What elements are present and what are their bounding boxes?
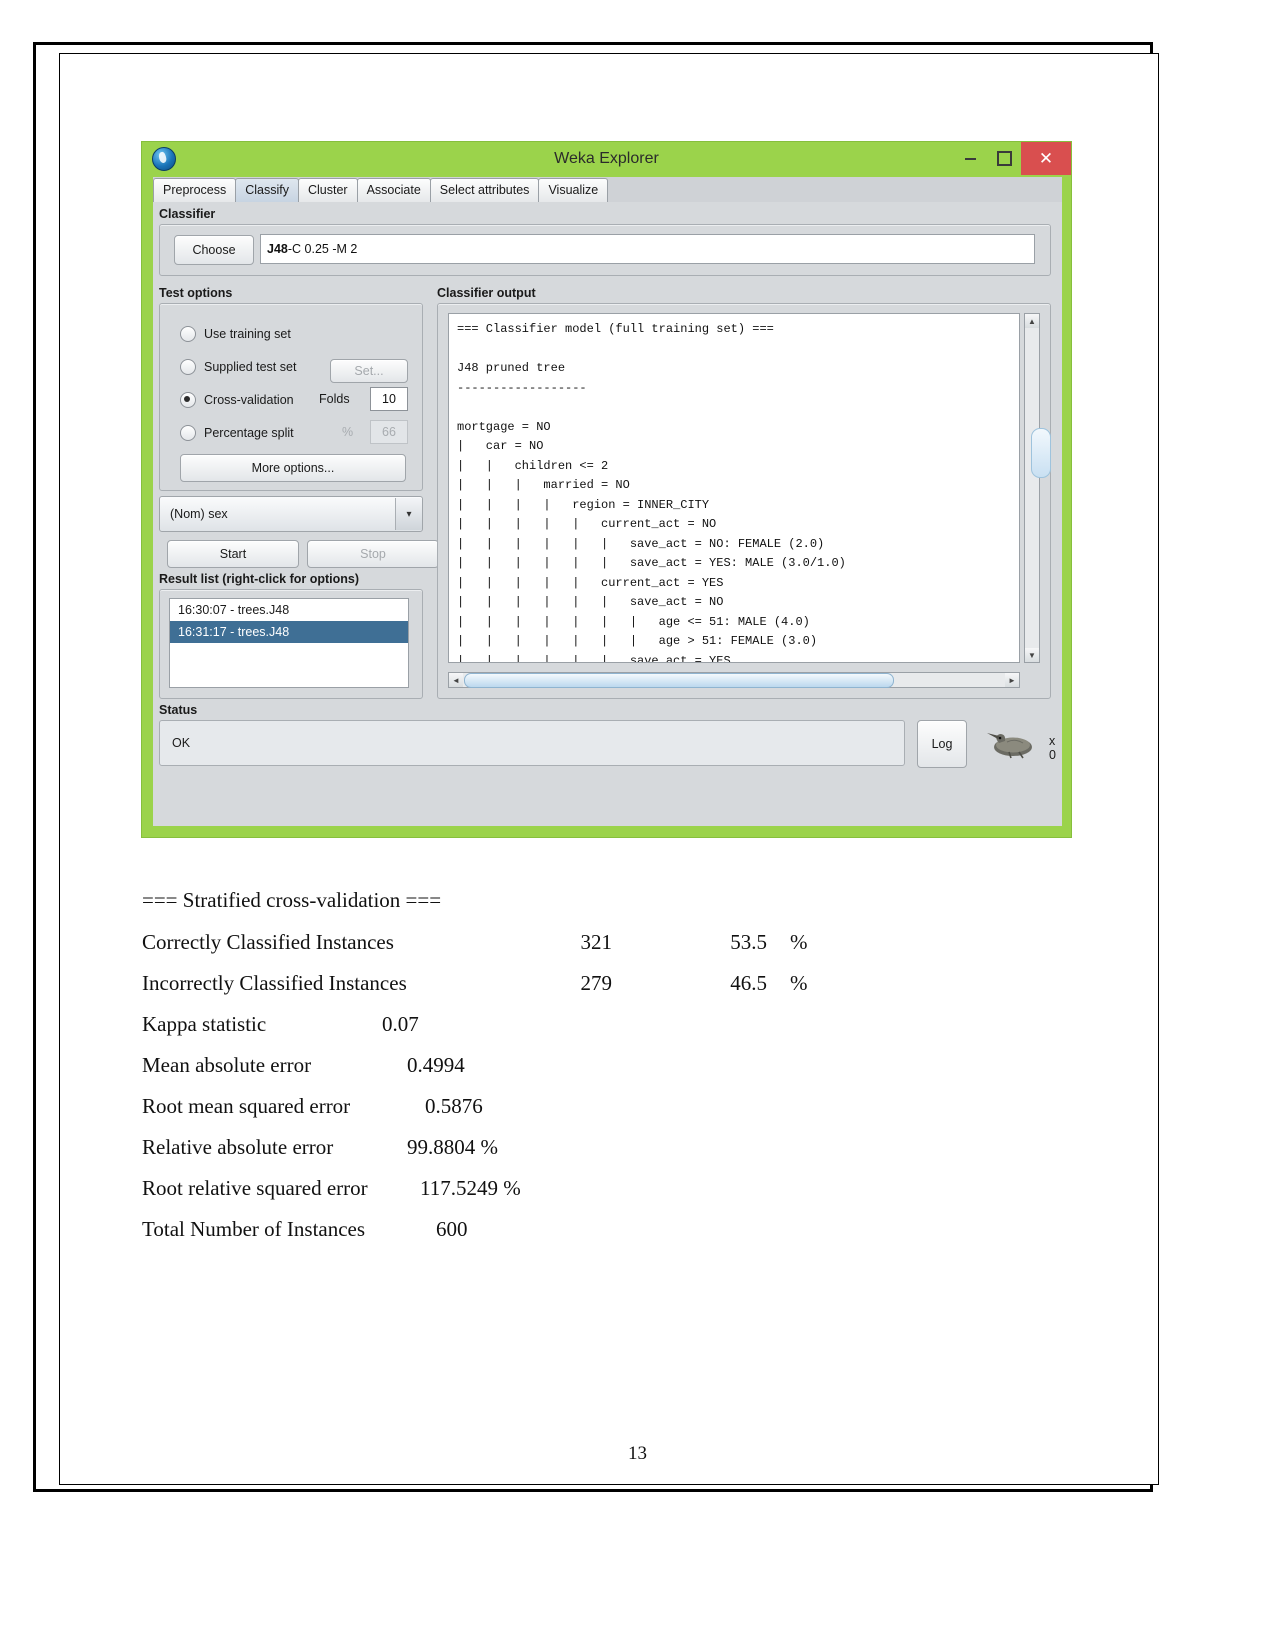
tab-select-attributes[interactable]: Select attributes bbox=[429, 178, 540, 202]
stat-value: 0.07 bbox=[382, 1012, 419, 1036]
list-item[interactable]: 16:31:17 - trees.J48 bbox=[170, 621, 408, 643]
stat-value: 321 bbox=[580, 930, 613, 954]
weka-explorer-window: Weka Explorer ✕ Preprocess Classify Clus… bbox=[141, 141, 1072, 838]
stat-value: 0.4994 bbox=[407, 1053, 465, 1077]
percentage-split-input[interactable]: 66 bbox=[370, 420, 408, 444]
stat-value: 600 bbox=[436, 1217, 468, 1241]
stat-row-root-relative-squared-error: Root relative squared error 117.5249 % bbox=[142, 1176, 1042, 1217]
tab-visualize[interactable]: Visualize bbox=[538, 178, 609, 202]
radio-use-training-set[interactable]: Use training set bbox=[180, 326, 291, 342]
stat-label: Incorrectly Classified Instances bbox=[142, 971, 407, 995]
classifier-output-text[interactable]: === Classifier model (full training set)… bbox=[448, 313, 1020, 663]
classifier-group: Choose J48 -C 0.25 -M 2 bbox=[159, 224, 1051, 276]
tab-preprocess[interactable]: Preprocess bbox=[153, 178, 237, 202]
stat-row-kappa-statistic: Kappa statistic 0.07 bbox=[142, 1012, 1042, 1053]
page-number: 13 bbox=[628, 1443, 647, 1464]
classifier-group-label: Classifier bbox=[159, 207, 216, 221]
tab-associate[interactable]: Associate bbox=[356, 178, 431, 202]
radio-circle-icon bbox=[180, 326, 196, 342]
radio-circle-selected-icon bbox=[180, 392, 196, 408]
radio-percentage-split[interactable]: Percentage split bbox=[180, 425, 294, 441]
hscroll-thumb[interactable] bbox=[464, 672, 894, 688]
stat-percent: 53.5 bbox=[730, 930, 767, 954]
scroll-left-icon[interactable]: ◄ bbox=[449, 673, 463, 687]
tab-classify[interactable]: Classify bbox=[235, 178, 299, 202]
choose-button[interactable]: Choose bbox=[174, 235, 254, 265]
percent-sign-label: % bbox=[342, 425, 354, 439]
result-list[interactable]: 16:30:07 - trees.J48 16:31:17 - trees.J4… bbox=[169, 598, 409, 688]
explorer-tabbar: Preprocess Classify Cluster Associate Se… bbox=[153, 177, 1062, 203]
stat-value: 279 bbox=[580, 971, 613, 995]
radio-label: Use training set bbox=[204, 327, 291, 341]
class-attribute-select[interactable]: (Nom) sex ▾ bbox=[159, 496, 423, 532]
status-bar: OK bbox=[159, 720, 905, 766]
stat-label: Root mean squared error bbox=[142, 1094, 351, 1118]
classifier-output-group: === Classifier model (full training set)… bbox=[437, 303, 1051, 699]
stat-percent: 46.5 bbox=[730, 971, 767, 995]
stop-button[interactable]: Stop bbox=[307, 540, 439, 568]
stat-percent-sign: % bbox=[790, 971, 808, 995]
output-vertical-scrollbar[interactable]: ▲ ▼ bbox=[1024, 313, 1040, 663]
stat-label: Kappa statistic bbox=[142, 1012, 267, 1036]
stat-percent-sign: % bbox=[790, 930, 808, 954]
radio-supplied-test-set[interactable]: Supplied test set bbox=[180, 359, 296, 375]
start-button[interactable]: Start bbox=[167, 540, 299, 568]
classifier-output-label: Classifier output bbox=[437, 286, 536, 300]
output-horizontal-scrollbar[interactable]: ◄ ► bbox=[448, 672, 1020, 688]
stat-label: Correctly Classified Instances bbox=[142, 930, 394, 954]
more-options-button[interactable]: More options... bbox=[180, 454, 406, 482]
busy-counter: x 0 bbox=[1049, 734, 1056, 762]
log-button[interactable]: Log bbox=[917, 720, 967, 768]
stat-label: Root relative squared error bbox=[142, 1176, 368, 1200]
class-attribute-value: (Nom) sex bbox=[170, 507, 228, 521]
stat-label: Mean absolute error bbox=[142, 1053, 312, 1077]
folds-label: Folds bbox=[319, 392, 350, 406]
output-scroll-thumb[interactable] bbox=[1031, 428, 1051, 478]
stat-row-mean-absolute-error: Mean absolute error 0.4994 bbox=[142, 1053, 1042, 1094]
radio-label: Percentage split bbox=[204, 426, 294, 440]
stat-row-root-mean-squared-error: Root mean squared error 0.5876 bbox=[142, 1094, 1042, 1135]
status-message: OK bbox=[172, 736, 191, 750]
radio-circle-icon bbox=[180, 359, 196, 375]
scroll-right-icon[interactable]: ► bbox=[1005, 673, 1019, 687]
classifier-name: J48 bbox=[267, 242, 288, 256]
classifier-options: -C 0.25 -M 2 bbox=[287, 242, 358, 256]
weka-bird-status-icon bbox=[979, 730, 1041, 760]
stat-label: Total Number of Instances bbox=[142, 1217, 366, 1241]
window-title: Weka Explorer bbox=[554, 149, 659, 167]
hscroll-track[interactable] bbox=[895, 673, 1005, 687]
radio-label: Cross-validation bbox=[204, 393, 294, 407]
stat-row-total-instances: Total Number of Instances 600 bbox=[142, 1217, 1042, 1258]
window-titlebar: Weka Explorer ✕ bbox=[142, 142, 1071, 175]
cross-validation-report: === Stratified cross-validation === Corr… bbox=[142, 888, 1042, 1258]
document-page: Weka Explorer ✕ Preprocess Classify Clus… bbox=[0, 0, 1275, 1650]
radio-circle-icon bbox=[180, 425, 196, 441]
stat-value: 99.8804 % bbox=[407, 1135, 498, 1159]
folds-input[interactable]: 10 bbox=[370, 387, 408, 411]
chevron-down-icon[interactable]: ▾ bbox=[395, 498, 422, 530]
scroll-up-icon[interactable]: ▲ bbox=[1025, 314, 1039, 328]
result-list-group: 16:30:07 - trees.J48 16:31:17 - trees.J4… bbox=[159, 589, 423, 699]
test-options-group: Use training set Supplied test set Set..… bbox=[159, 303, 423, 491]
scroll-down-icon[interactable]: ▼ bbox=[1025, 648, 1039, 662]
classifier-field[interactable]: J48 -C 0.25 -M 2 bbox=[260, 234, 1035, 264]
test-options-label: Test options bbox=[159, 286, 233, 300]
result-list-label: Result list (right-click for options) bbox=[159, 572, 360, 586]
classify-panel: Classifier Choose J48 -C 0.25 -M 2 Test … bbox=[153, 202, 1062, 826]
report-heading: === Stratified cross-validation === bbox=[142, 888, 442, 912]
list-item[interactable]: 16:30:07 - trees.J48 bbox=[170, 599, 408, 621]
radio-label: Supplied test set bbox=[204, 360, 297, 374]
stat-row-correctly-classified: Correctly Classified Instances 321 53.5 … bbox=[142, 930, 1042, 971]
stat-value: 0.5876 bbox=[425, 1094, 483, 1118]
set-button[interactable]: Set... bbox=[330, 359, 408, 383]
stat-row-relative-absolute-error: Relative absolute error 99.8804 % bbox=[142, 1135, 1042, 1176]
tab-cluster[interactable]: Cluster bbox=[298, 178, 358, 202]
radio-cross-validation[interactable]: Cross-validation bbox=[180, 392, 294, 408]
status-label: Status bbox=[159, 703, 198, 717]
stat-label: Relative absolute error bbox=[142, 1135, 334, 1159]
stat-row-incorrectly-classified: Incorrectly Classified Instances 279 46.… bbox=[142, 971, 1042, 1012]
stat-value: 117.5249 % bbox=[420, 1176, 521, 1200]
